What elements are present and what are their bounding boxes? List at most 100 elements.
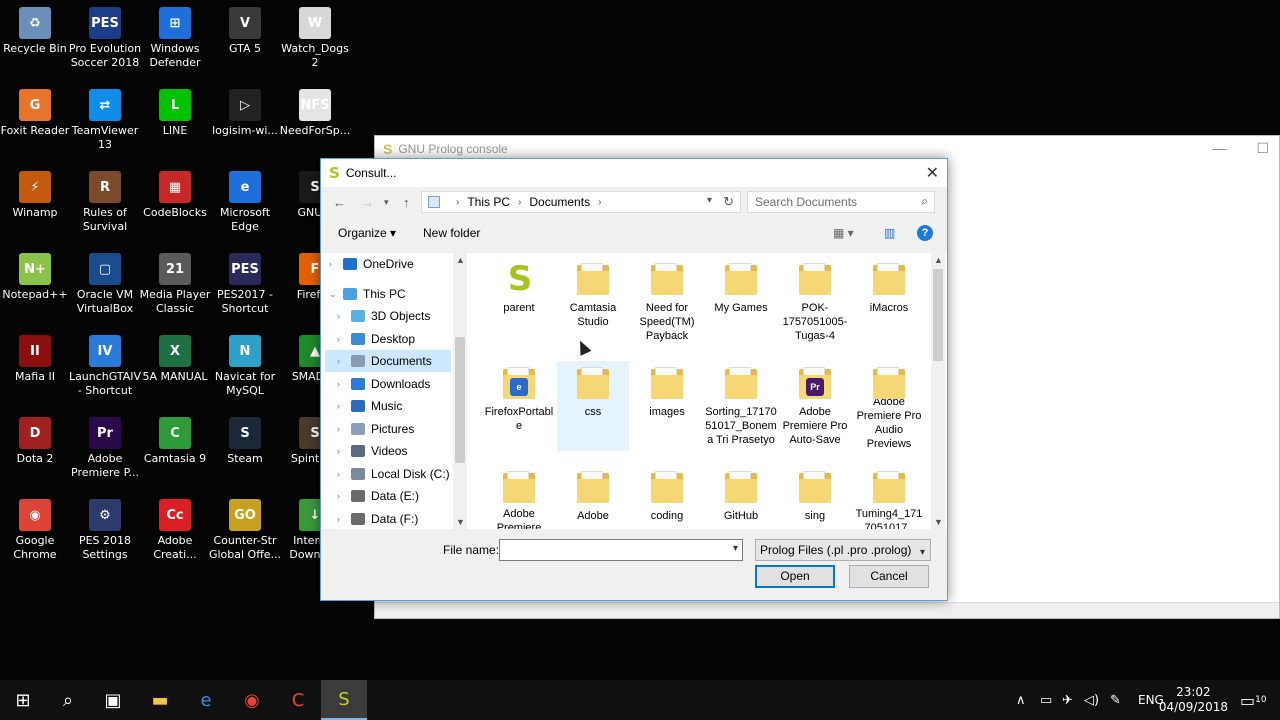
desktop-shortcut[interactable]: PES Pro Evolution Soccer 2018 [69, 2, 141, 82]
chevron-right-icon[interactable]: › [337, 311, 351, 321]
desktop-shortcut[interactable]: G Foxit Reader [0, 84, 70, 164]
desktop-shortcut[interactable]: ⇄ TeamViewer 13 [70, 84, 140, 164]
sidebar-item-data-f[interactable]: › Data (F:) [325, 508, 451, 529]
scroll-down-arrow-icon[interactable]: ▼ [934, 517, 943, 527]
sidebar-item-3d-objects[interactable]: › 3D Objects [325, 305, 451, 327]
scroll-up-arrow-icon[interactable]: ▲ [456, 255, 465, 265]
file-item[interactable]: My Games [705, 257, 777, 347]
desktop-shortcut[interactable]: Cc Adobe Creati... [140, 494, 210, 574]
file-name-input[interactable]: ▾ [499, 539, 743, 561]
desktop-shortcut[interactable]: V GTA 5 [210, 2, 280, 82]
desktop-shortcut[interactable]: NFS NeedForSp... [280, 84, 350, 164]
sidebar-item-desktop[interactable]: › Desktop [325, 328, 451, 350]
consult-dialog[interactable]: S Consult... ✕ ← → ▾ ↑ › This PC › Docum… [320, 158, 948, 601]
recent-locations-chevron-icon[interactable]: ▾ [384, 197, 389, 208]
camtasia-taskbar-icon[interactable]: C [275, 680, 321, 720]
chevron-down-icon[interactable]: ⌄ [329, 289, 343, 300]
search-input[interactable]: Search Documents ⌕ [747, 191, 935, 213]
desktop-shortcut[interactable]: N+ Notepad++ [0, 248, 70, 328]
navigation-pane-scrollbar[interactable]: ▲ ▼ [453, 253, 467, 529]
sidebar-item-onedrive[interactable]: › OneDrive [325, 253, 451, 275]
file-item[interactable]: POK-1757051005-Tugas-4 [779, 257, 851, 347]
chevron-right-icon[interactable]: › [337, 424, 351, 434]
desktop-shortcut[interactable]: N Navicat for MySQL [210, 330, 280, 410]
desktop-shortcut[interactable]: Pr Adobe Premiere P... [70, 412, 140, 492]
file-item[interactable]: Sorting_1717051017_Bonema Tri Prasetyo [705, 361, 777, 451]
refresh-icon[interactable]: ↻ [723, 194, 734, 210]
scroll-up-arrow-icon[interactable]: ▲ [934, 255, 943, 265]
desktop-shortcut[interactable]: D Dota 2 [0, 412, 70, 492]
file-item[interactable]: Adobe [557, 465, 629, 529]
desktop-shortcut[interactable]: X 5A MANUAL [140, 330, 210, 410]
breadcrumb-separator-icon[interactable]: › [456, 197, 459, 208]
file-item[interactable]: Need for Speed(TM) Payback [631, 257, 703, 347]
dialog-titlebar[interactable]: S Consult... [321, 159, 947, 187]
notification-center-icon[interactable]: ▭ 10 [1240, 680, 1267, 720]
sidebar-item-pictures[interactable]: › Pictures [325, 418, 451, 440]
open-button[interactable]: Open [755, 565, 835, 588]
help-icon[interactable]: ? [917, 225, 933, 241]
chevron-right-icon[interactable]: › [329, 259, 343, 269]
breadcrumb-separator-icon[interactable]: › [518, 197, 521, 208]
console-horizontal-scrollbar[interactable] [375, 602, 1279, 618]
sidebar-item-music[interactable]: › Music [325, 395, 451, 417]
desktop-shortcut[interactable]: e Microsoft Edge [210, 166, 280, 246]
desktop-shortcut[interactable]: S Steam [210, 412, 280, 492]
file-item[interactable]: sing [779, 465, 851, 529]
start-icon[interactable]: ⊞ [0, 680, 46, 720]
search-icon[interactable]: ⌕ [45, 680, 91, 720]
sidebar-item-downloads[interactable]: › Downloads [325, 373, 451, 395]
desktop-shortcut[interactable]: ⊞ Windows Defender [140, 2, 210, 82]
file-item[interactable]: Sparent [483, 257, 555, 347]
breadcrumb-this-pc[interactable]: This PC [467, 195, 510, 209]
desktop-shortcut[interactable]: ▢ Oracle VM VirtualBox [70, 248, 140, 328]
file-item[interactable]: Adobe Premiere Pro Audio Previews [853, 361, 925, 451]
clock[interactable]: 23:02 04/09/2018 [1159, 685, 1228, 715]
chrome-taskbar-icon[interactable]: ◉ [229, 680, 275, 720]
desktop-shortcut[interactable]: C Camtasia 9 [140, 412, 210, 492]
breadcrumb-separator-icon[interactable]: › [598, 197, 601, 208]
desktop-shortcut[interactable]: ▦ CodeBlocks [140, 166, 210, 246]
chevron-right-icon[interactable]: › [337, 401, 351, 411]
scrollbar-thumb[interactable] [933, 269, 943, 361]
organize-button[interactable]: Organize ▾ [338, 226, 396, 240]
sidebar-item-documents[interactable]: › Documents [325, 350, 451, 372]
gnu-prolog-taskbar-icon[interactable]: S [321, 680, 367, 720]
task-view-icon[interactable]: ▣ [90, 680, 136, 720]
preview-pane-icon[interactable]: ▥ [884, 226, 895, 240]
desktop-shortcut[interactable]: R Rules of Survival [70, 166, 140, 246]
desktop-shortcut[interactable]: L LINE [140, 84, 210, 164]
desktop-shortcut[interactable]: PES PES2017 - Shortcut [210, 248, 280, 328]
new-folder-button[interactable]: New folder [423, 226, 480, 240]
desktop-shortcut[interactable]: II Mafia II [0, 330, 70, 410]
desktop-shortcut[interactable]: GO Counter-Str Global Offe... [209, 494, 281, 574]
file-type-select[interactable]: Prolog Files (.pl .pro .prolog) ▾ [755, 539, 931, 561]
cancel-button[interactable]: Cancel [849, 565, 929, 588]
chevron-right-icon[interactable]: › [337, 379, 351, 389]
file-item[interactable]: Camtasia Studio [557, 257, 629, 347]
desktop-shortcut[interactable]: ◉ Google Chrome [0, 494, 70, 574]
chevron-right-icon[interactable]: › [337, 356, 351, 366]
desktop-shortcut[interactable]: ⚡ Winamp [0, 166, 70, 246]
file-item[interactable]: Tuming4_1717051017_ [853, 465, 925, 529]
maximize-button[interactable]: ☐ [1256, 140, 1269, 157]
file-item[interactable]: css [557, 361, 629, 451]
minimize-button[interactable]: — [1212, 140, 1226, 157]
scrollbar-thumb[interactable] [455, 337, 465, 463]
desktop-shortcut[interactable]: W Watch_Dogs 2 [280, 2, 350, 82]
file-item[interactable]: coding [631, 465, 703, 529]
sidebar-item-local-disk-c[interactable]: › Local Disk (C:) [325, 463, 451, 485]
chevron-right-icon[interactable]: › [337, 491, 351, 501]
desktop-shortcut[interactable]: 21 Media Player Classic [140, 248, 210, 328]
sidebar-item-data-e[interactable]: › Data (E:) [325, 485, 451, 507]
address-bar[interactable]: › This PC › Documents › ▾ ↻ [421, 191, 741, 213]
file-item[interactable]: e FirefoxPortable [483, 361, 555, 451]
scroll-down-arrow-icon[interactable]: ▼ [456, 517, 465, 527]
file-name-dropdown-icon[interactable]: ▾ [733, 543, 738, 554]
chevron-right-icon[interactable]: › [337, 446, 351, 456]
address-dropdown-icon[interactable]: ▾ [707, 195, 712, 206]
file-item[interactable]: GitHub [705, 465, 777, 529]
desktop-shortcut[interactable]: IV LaunchGTAIV - Shortcut [69, 330, 141, 410]
desktop-shortcut[interactable]: ▷ logisim-wi... [210, 84, 280, 164]
close-button[interactable]: ✕ [926, 163, 939, 183]
